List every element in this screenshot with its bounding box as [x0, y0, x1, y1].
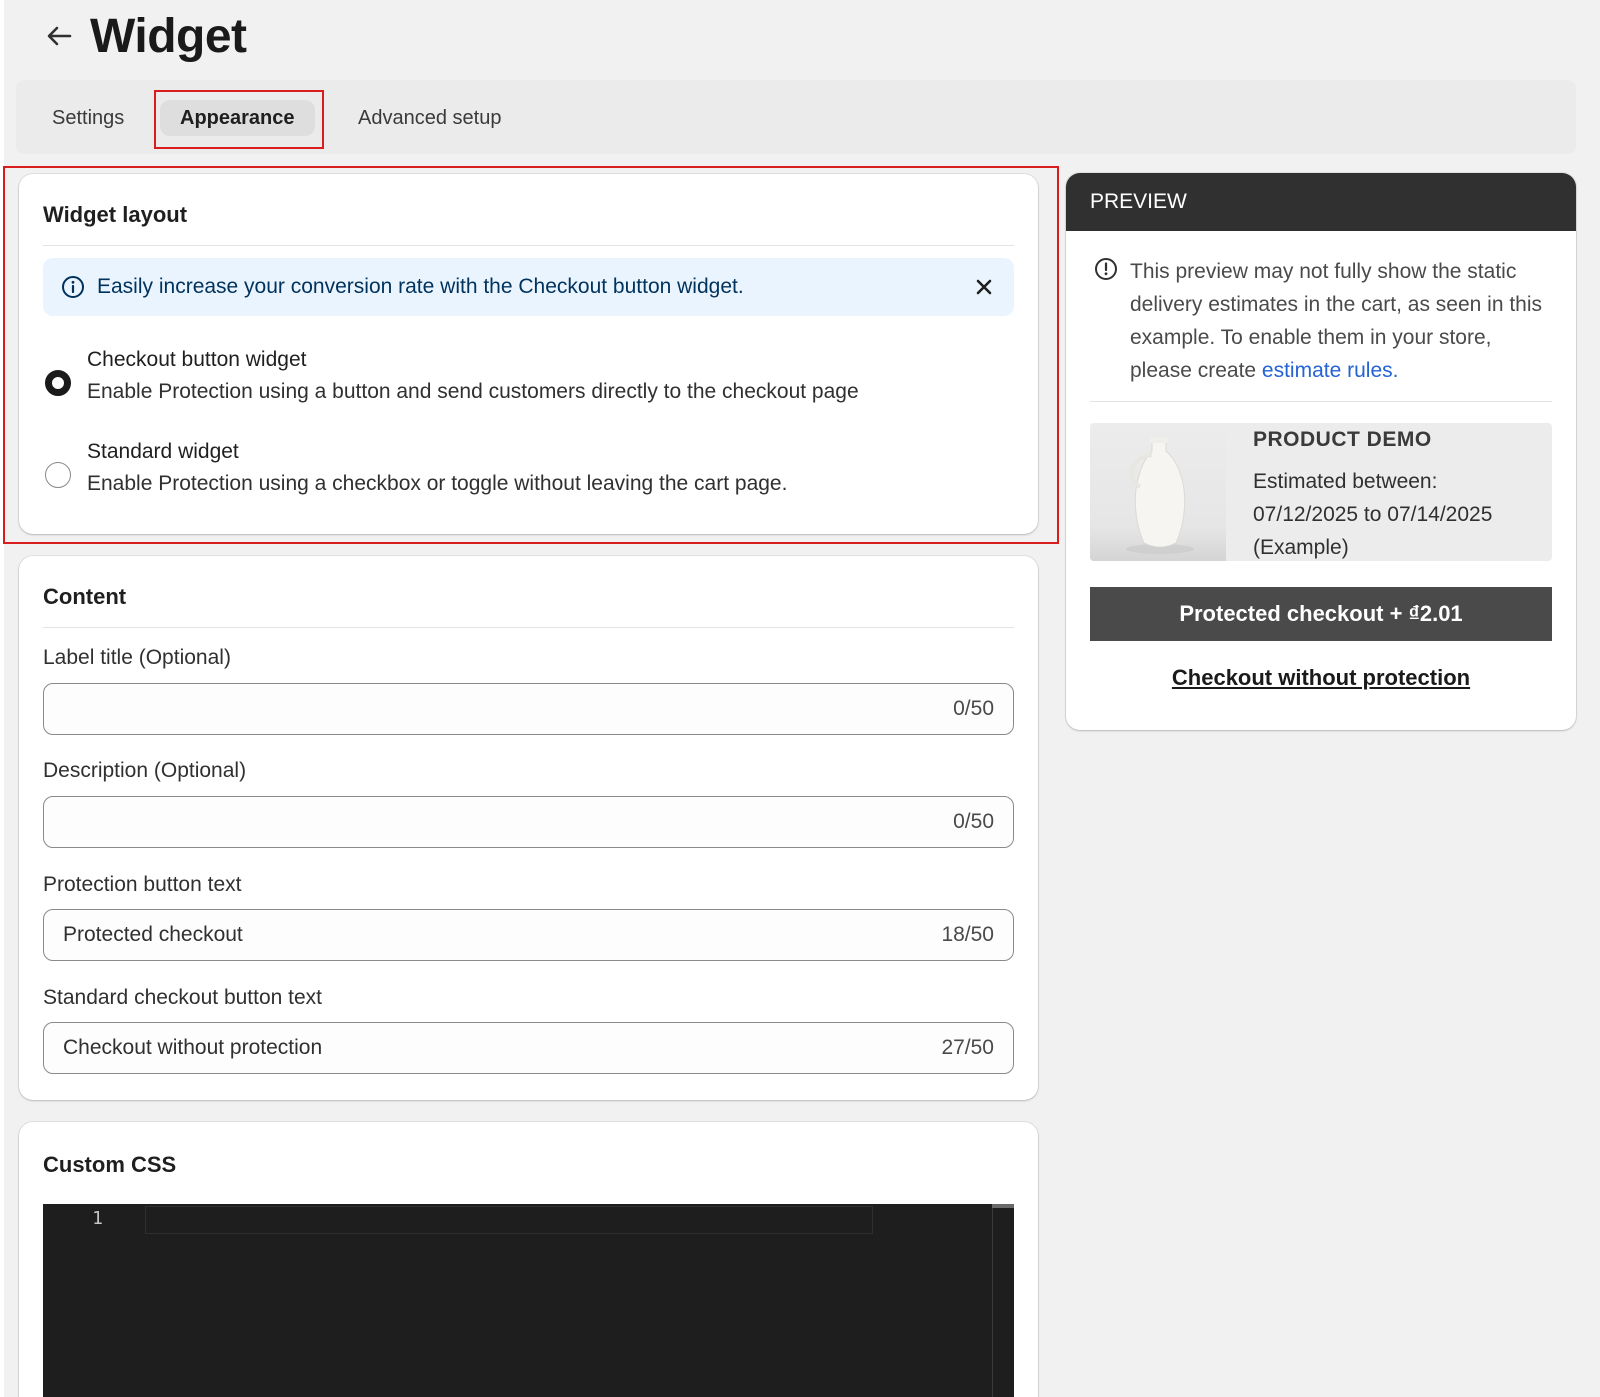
- radio-help-text: Enable Protection using a checkbox or to…: [87, 472, 788, 495]
- banner-text: Easily increase your conversion rate wit…: [97, 275, 744, 298]
- product-demo: PRODUCT DEMO Estimated between: 07/12/20…: [1090, 423, 1552, 561]
- tab-bar: Settings Appearance Advanced setup: [16, 80, 1576, 154]
- input-value: Checkout without protection: [63, 1036, 323, 1059]
- css-code-editor[interactable]: 1: [43, 1204, 1014, 1397]
- info-banner: Easily increase your conversion rate wit…: [43, 258, 1014, 316]
- vase-image: [1126, 437, 1194, 554]
- divider: [43, 245, 1014, 246]
- character-count: 0/50: [953, 697, 994, 720]
- preview-card: PREVIEW This preview may not fully show …: [1066, 173, 1576, 730]
- input-value: Protected checkout: [63, 923, 243, 946]
- character-count: 18/50: [941, 923, 994, 946]
- label-title-input[interactable]: 0/50: [43, 683, 1014, 735]
- standard-checkout-text-input[interactable]: Checkout without protection 27/50: [43, 1022, 1014, 1074]
- description-input[interactable]: 0/50: [43, 796, 1014, 848]
- left-edge: [0, 0, 4, 1397]
- current-line: [145, 1206, 873, 1234]
- tab-settings[interactable]: Settings: [52, 100, 124, 136]
- protection-button-text-label: Protection button text: [43, 873, 242, 896]
- arrow-left-icon: [47, 26, 72, 46]
- radio-checkout-button-widget[interactable]: Checkout button widget Enable Protection…: [43, 348, 1014, 418]
- line-number: 1: [92, 1208, 103, 1229]
- product-image: [1090, 423, 1226, 561]
- product-name: PRODUCT DEMO: [1253, 428, 1432, 451]
- standard-checkout-text-label: Standard checkout button text: [43, 986, 323, 1009]
- alert-circle-icon: [1095, 258, 1117, 280]
- back-button[interactable]: [44, 21, 74, 51]
- page-title: Widget: [90, 9, 247, 63]
- close-icon[interactable]: [972, 275, 996, 299]
- description-label: Description (Optional): [43, 759, 247, 782]
- preview-header: PREVIEW: [1066, 173, 1576, 231]
- scrollbar-thumb[interactable]: [992, 1204, 1014, 1208]
- radio-label: Standard widget: [87, 440, 239, 463]
- protection-button-text-input[interactable]: Protected checkout 18/50: [43, 909, 1014, 961]
- radio-unselected[interactable]: [45, 462, 71, 488]
- custom-css-title: Custom CSS: [43, 1152, 177, 1177]
- info-icon: [62, 276, 84, 298]
- tab-appearance[interactable]: Appearance: [160, 100, 315, 136]
- widget-layout-title: Widget layout: [43, 202, 188, 227]
- tab-advanced-setup[interactable]: Advanced setup: [358, 100, 501, 136]
- delivery-estimate: Estimated between: 07/12/2025 to 07/14/2…: [1253, 470, 1493, 559]
- character-count: 27/50: [941, 1036, 994, 1059]
- radio-selected[interactable]: [45, 370, 71, 396]
- page-header: Widget: [44, 6, 247, 66]
- widget-layout-card: Widget layout Easily increase your conve…: [19, 174, 1038, 534]
- custom-css-card: Custom CSS 1: [19, 1122, 1038, 1397]
- preview-note-text: This preview may not fully show the stat…: [1130, 255, 1552, 387]
- estimate-rules-link[interactable]: estimate rules.: [1262, 359, 1399, 382]
- editor-scrollbar[interactable]: [992, 1204, 1014, 1397]
- checkout-without-protection-link[interactable]: Checkout without protection: [1066, 665, 1576, 691]
- content-card: Content Label title (Optional) 0/50 Desc…: [19, 556, 1038, 1100]
- label-title-label: Label title (Optional): [43, 646, 231, 669]
- divider: [1090, 401, 1552, 402]
- preview-note: This preview may not fully show the stat…: [1090, 255, 1552, 387]
- radio-label: Checkout button widget: [87, 348, 307, 371]
- divider: [43, 627, 1014, 628]
- radio-help-text: Enable Protection using a button and sen…: [87, 380, 859, 403]
- character-count: 0/50: [953, 810, 994, 833]
- radio-standard-widget[interactable]: Standard widget Enable Protection using …: [43, 440, 1014, 510]
- protected-checkout-button[interactable]: Protected checkout + ₫2.01: [1090, 587, 1552, 641]
- content-title: Content: [43, 584, 127, 609]
